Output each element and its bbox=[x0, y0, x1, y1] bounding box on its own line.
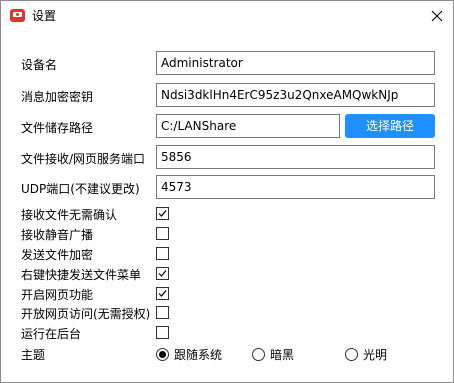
theme-label: 主题 bbox=[21, 348, 46, 362]
option-label-run-background: 运行在后台 bbox=[21, 327, 82, 341]
auto-accept-checkbox[interactable] bbox=[156, 207, 169, 220]
option-label-auto-accept: 接收文件无需确认 bbox=[21, 208, 118, 222]
checkmark-icon bbox=[158, 290, 167, 297]
choose-path-button[interactable]: 选择路径 bbox=[345, 114, 435, 138]
context-menu-checkbox[interactable] bbox=[156, 267, 169, 280]
settings-window: 设置 设备名 Administrator 消息加密密钥 Ndsi3dklHn4E… bbox=[0, 0, 454, 383]
option-label-context-menu: 右键快捷发送文件菜单 bbox=[21, 268, 142, 282]
open-web-access-checkbox[interactable] bbox=[156, 306, 169, 319]
web-port-input[interactable]: 5856 bbox=[156, 145, 435, 169]
theme-option-label: 光明 bbox=[363, 348, 388, 362]
run-background-checkbox[interactable] bbox=[156, 326, 169, 339]
theme-option-label: 暗黑 bbox=[270, 348, 295, 362]
web-feature-checkbox[interactable] bbox=[156, 287, 169, 300]
close-button[interactable] bbox=[425, 4, 449, 28]
radio-selected-dot bbox=[159, 351, 166, 358]
option-label-mute-broadcast: 接收静音广播 bbox=[21, 228, 94, 242]
option-label-open-web-access: 开放网页访问(无需授权) bbox=[21, 307, 151, 321]
window-title: 设置 bbox=[32, 9, 57, 23]
encryption-key-label: 消息加密密钥 bbox=[21, 90, 94, 104]
title-bar: 设置 bbox=[1, 1, 453, 31]
radio-circle bbox=[345, 348, 358, 361]
storage-path-label: 文件储存路径 bbox=[21, 121, 94, 135]
option-label-encrypt-send: 发送文件加密 bbox=[21, 248, 94, 262]
radio-circle bbox=[252, 348, 265, 361]
theme-option-label: 跟随系统 bbox=[174, 348, 223, 362]
device-name-input[interactable]: Administrator bbox=[156, 51, 435, 75]
device-name-label: 设备名 bbox=[21, 58, 58, 72]
storage-path-input[interactable]: C:/LANShare bbox=[156, 114, 340, 138]
mute-broadcast-checkbox[interactable] bbox=[156, 227, 169, 240]
encrypt-send-checkbox[interactable] bbox=[156, 247, 169, 260]
web-port-label: 文件接收/网页服务端口 bbox=[21, 152, 146, 166]
app-screen-icon bbox=[10, 9, 25, 22]
udp-port-input[interactable]: 4573 bbox=[156, 175, 435, 199]
checkmark-icon bbox=[158, 270, 167, 277]
encryption-key-input[interactable]: Ndsi3dklHn4ErC95z3u2QnxeAMQwkNJp bbox=[156, 83, 435, 107]
close-icon bbox=[431, 10, 443, 22]
radio-circle bbox=[156, 348, 169, 361]
option-label-web-feature: 开启网页功能 bbox=[21, 288, 94, 302]
udp-port-label: UDP端口(不建议更改) bbox=[21, 182, 140, 196]
checkmark-icon bbox=[158, 210, 167, 217]
